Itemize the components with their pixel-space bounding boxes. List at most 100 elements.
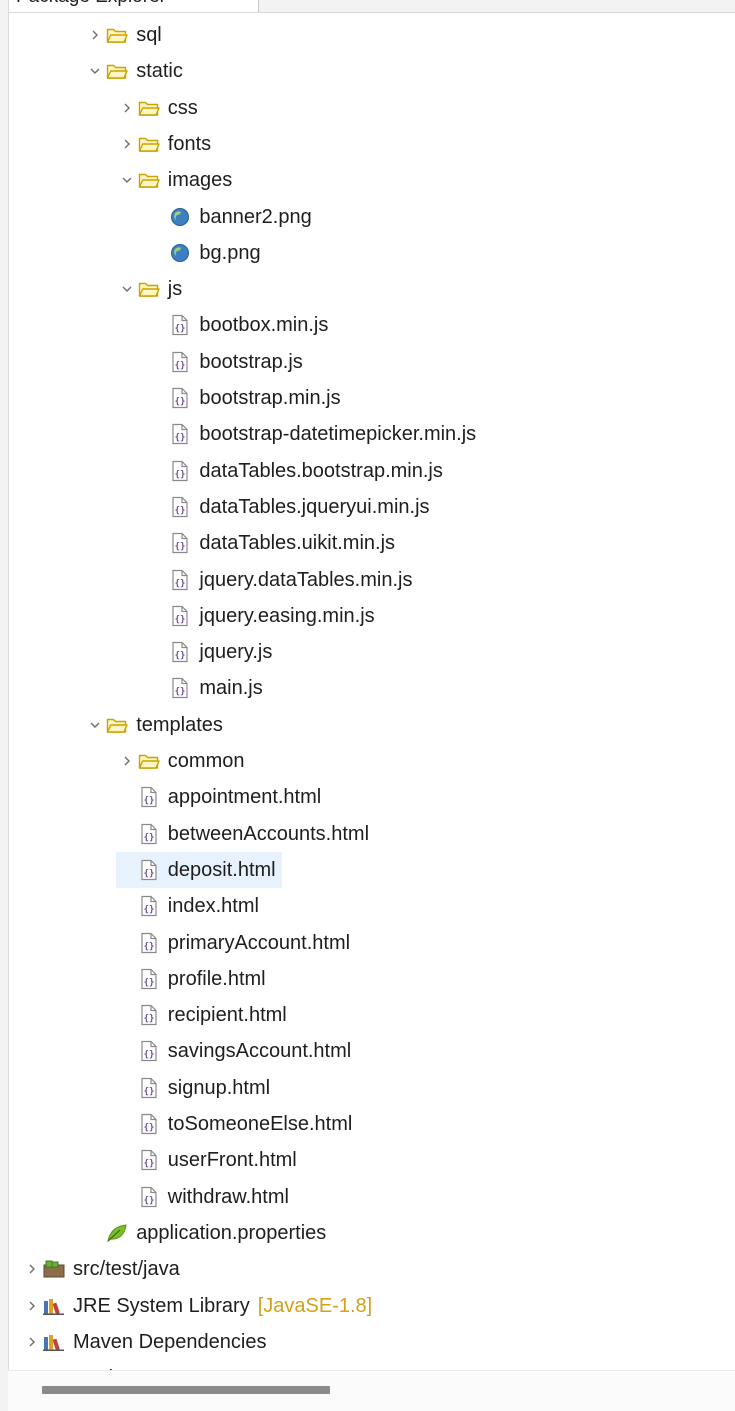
- tree-item[interactable]: {} withdraw.html: [116, 1179, 289, 1215]
- svg-text:{}: {}: [175, 506, 186, 516]
- tree-item[interactable]: application.properties: [84, 1215, 326, 1251]
- tree-item[interactable]: {} bootstrap.min.js: [147, 380, 341, 416]
- collapse-chevron-icon[interactable]: [116, 162, 138, 198]
- tree-item[interactable]: sql: [84, 17, 162, 53]
- tree-item-label: userFront.html: [167, 1149, 297, 1172]
- tree-item-label: bootstrap-datetimepicker.min.js: [199, 423, 477, 446]
- tree-item-label: deposit.html: [167, 858, 276, 881]
- view-tab-strip: Package Explorer: [0, 0, 735, 13]
- tree-item[interactable]: JRE System Library [JavaSE-1.8]: [21, 1288, 372, 1324]
- code-file-icon: {}: [138, 823, 160, 845]
- tree-item[interactable]: {} dataTables.uikit.min.js: [147, 525, 395, 561]
- tree-item[interactable]: {} dataTables.bootstrap.min.js: [147, 453, 443, 489]
- tree-item[interactable]: {} profile.html: [116, 961, 266, 997]
- tree-item[interactable]: Maven Dependencies: [21, 1324, 266, 1360]
- horizontal-scrollbar[interactable]: [8, 1370, 735, 1411]
- horizontal-scrollbar-thumb[interactable]: [42, 1386, 330, 1394]
- svg-text:{}: {}: [175, 542, 186, 552]
- tree-item[interactable]: {} bootbox.min.js: [147, 307, 328, 343]
- tree-item[interactable]: {} primaryAccount.html: [116, 925, 350, 961]
- svg-text:{}: {}: [175, 324, 186, 334]
- svg-text:{}: {}: [143, 1196, 154, 1206]
- folder-icon: [138, 169, 160, 191]
- code-file-icon: {}: [169, 569, 191, 591]
- tree-item[interactable]: js: [116, 271, 182, 307]
- collapse-chevron-icon[interactable]: [84, 53, 106, 89]
- folder-icon: [138, 133, 160, 155]
- tree-item[interactable]: common: [116, 743, 245, 779]
- tree-item[interactable]: {} index.html: [116, 888, 259, 924]
- tree-item[interactable]: {} toSomeoneElse.html: [116, 1106, 353, 1142]
- tree-item[interactable]: {} recipient.html: [116, 997, 287, 1033]
- svg-text:{}: {}: [175, 433, 186, 443]
- tree-item-label: application.properties: [136, 1221, 327, 1244]
- tree-item-label: withdraw.html: [167, 1185, 289, 1208]
- tree-item-label: appointment.html: [167, 786, 322, 809]
- tree-item[interactable]: {} deposit.html: [115, 851, 282, 888]
- tree-item-label: images: [167, 169, 233, 192]
- tree-item[interactable]: {} jquery.easing.min.js: [147, 598, 375, 634]
- folder-icon: [138, 97, 160, 119]
- tree-item[interactable]: banner2.png: [147, 199, 312, 235]
- expand-chevron-icon[interactable]: [84, 17, 106, 53]
- tree-item[interactable]: {} main.js: [147, 670, 263, 706]
- tree-item[interactable]: {} jquery.js: [147, 634, 272, 670]
- tree-item[interactable]: css: [116, 90, 198, 126]
- tree-item[interactable]: {} userFront.html: [116, 1142, 297, 1178]
- tree-item[interactable]: {} dataTables.jqueryui.min.js: [147, 489, 430, 525]
- svg-text:{}: {}: [143, 1050, 154, 1060]
- tree-item[interactable]: src/test/java: [21, 1251, 180, 1287]
- tree-item-label: toSomeoneElse.html: [167, 1113, 353, 1135]
- expand-chevron-icon[interactable]: [21, 1324, 43, 1360]
- tree-item[interactable]: fonts: [116, 126, 211, 162]
- svg-text:{}: {}: [175, 361, 186, 371]
- globe-file-icon: [169, 206, 191, 228]
- code-file-icon: {}: [138, 1004, 160, 1026]
- tree-item[interactable]: images: [116, 162, 232, 198]
- code-file-icon: {}: [138, 1040, 160, 1062]
- project-tree[interactable]: sql static css fonts images banner2.png bg.png…: [8, 13, 735, 1371]
- expand-chevron-icon[interactable]: [116, 743, 138, 779]
- tree-item[interactable]: {} bootstrap.js: [147, 344, 303, 380]
- code-file-icon: {}: [138, 1186, 160, 1208]
- tree-item-label: dataTables.jqueryui.min.js: [199, 495, 430, 518]
- tree-item-label: common: [167, 750, 245, 772]
- svg-text:{}: {}: [143, 1087, 154, 1097]
- collapse-chevron-icon[interactable]: [116, 271, 138, 307]
- tree-item-label: dataTables.uikit.min.js: [199, 532, 396, 555]
- expand-chevron-icon[interactable]: [21, 1251, 43, 1287]
- tree-item[interactable]: {} signup.html: [116, 1070, 270, 1106]
- folder-icon: [106, 24, 128, 46]
- tree-item[interactable]: {} betweenAccounts.html: [116, 816, 369, 852]
- code-file-icon: {}: [169, 314, 191, 336]
- tree-item[interactable]: {} appointment.html: [116, 779, 321, 815]
- svg-text:{}: {}: [143, 1123, 154, 1133]
- view-tab-package-explorer[interactable]: Package Explorer: [0, 0, 259, 12]
- folder-icon: [106, 60, 128, 82]
- tree-item[interactable]: static: [84, 53, 183, 89]
- collapse-chevron-icon[interactable]: [84, 707, 106, 743]
- tree-item[interactable]: {} savingsAccount.html: [116, 1033, 351, 1069]
- code-file-icon: {}: [169, 351, 191, 373]
- code-file-icon: {}: [138, 1149, 160, 1171]
- code-file-icon: {}: [138, 968, 160, 990]
- tree-item[interactable]: bg.png: [147, 235, 261, 271]
- expand-chevron-icon[interactable]: [116, 90, 138, 126]
- expand-chevron-icon[interactable]: [116, 126, 138, 162]
- tree-item[interactable]: {} jquery.dataTables.min.js: [147, 562, 412, 598]
- code-file-icon: {}: [169, 423, 191, 445]
- tree-item-label: templates: [136, 713, 223, 736]
- tree-item[interactable]: templates: [84, 707, 223, 743]
- expand-chevron-icon[interactable]: [21, 1288, 43, 1324]
- svg-text:{}: {}: [143, 796, 154, 806]
- code-file-icon: {}: [169, 641, 191, 663]
- tree-item[interactable]: {} bootstrap-datetimepicker.min.js: [147, 416, 476, 452]
